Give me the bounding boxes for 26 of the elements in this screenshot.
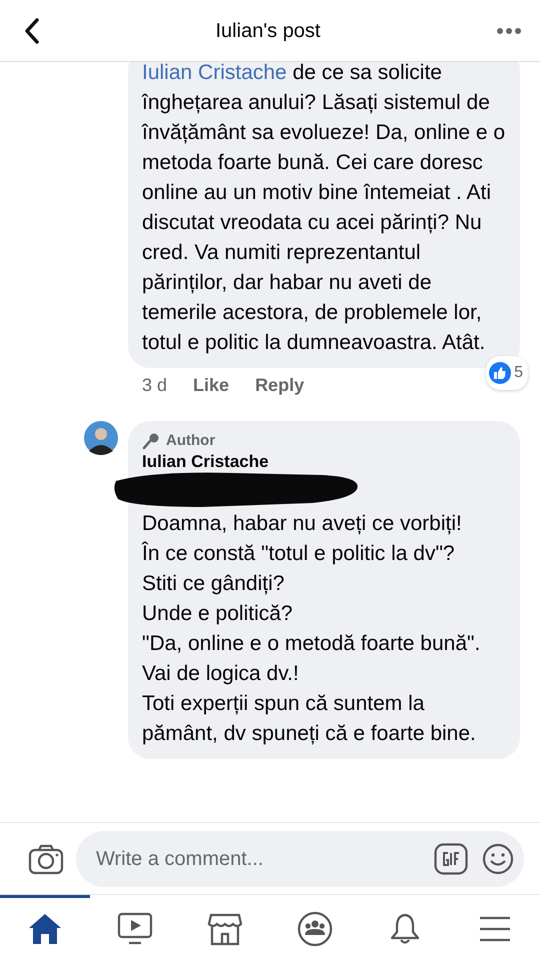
comment-text: Doamna, habar nu aveți ce vorbiți! În ce constă "totul e politic la dv"? Stiti ce gândiți? Unde e politică? "Da, online e o metodă foarte bună". Vai de logica dv.! Toti experții spun că suntem la pământ, dv spuneți că e foarte bine. [142, 511, 482, 747]
gif-icon[interactable] [434, 842, 468, 874]
more-icon[interactable] [496, 26, 522, 34]
reaction-count[interactable]: 5 [486, 356, 528, 390]
video-icon [117, 912, 153, 946]
home-icon [27, 912, 63, 946]
page-title: Iulian's post [216, 18, 320, 44]
comment-time: 3 d [142, 374, 168, 397]
like-icon [489, 362, 512, 384]
mention-link[interactable]: Iulian Cristache [142, 62, 287, 84]
comment-input[interactable]: Write a comment... [94, 842, 420, 874]
comment-text: Iulian Cristache de ce sa solicite înghețarea anului? Lăsați sistemul de învățământ sa evolueze! Da, online e o metoda foarte bună. Cei care doresc online au un motiv bine întemeiat . Ati discutat vreodata cu acei părinți? Nu cred. Va numiti reprezentantul părinților, dar habar nu aveti de temerile acestora, de problemele lor, totul e politic la dumneavoastra. Atât. [142, 62, 506, 356]
author-name[interactable]: Iulian Cristache [142, 451, 506, 473]
bell-icon [389, 912, 421, 946]
camera-icon[interactable] [28, 842, 64, 874]
author-label: Author [166, 431, 216, 451]
microphone-icon [142, 432, 160, 450]
groups-icon [297, 911, 333, 947]
comment-action-link[interactable]: Like [193, 372, 230, 399]
shop-icon [207, 912, 243, 946]
comment-action-link[interactable]: Reply [255, 372, 304, 399]
back-icon[interactable] [24, 18, 40, 44]
comment-field[interactable]: Write a comment... [76, 830, 524, 886]
menu-icon [479, 916, 511, 942]
avatar[interactable] [84, 421, 118, 455]
emoji-icon[interactable] [482, 842, 514, 874]
